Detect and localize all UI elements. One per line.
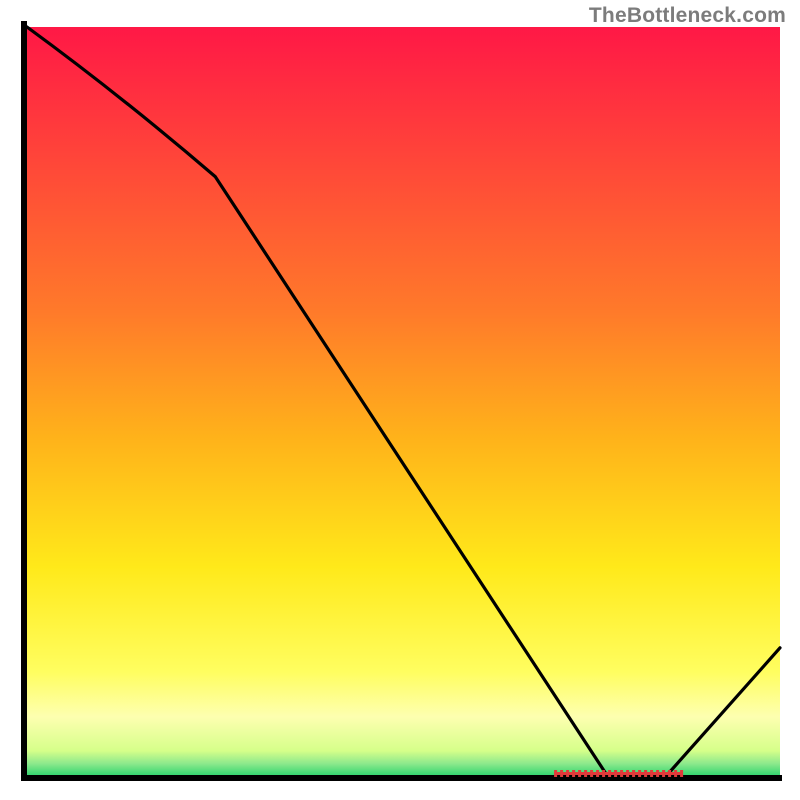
chart-svg xyxy=(0,0,800,800)
chart-container: TheBottleneck.com xyxy=(0,0,800,800)
attribution-label: TheBottleneck.com xyxy=(589,4,786,28)
plot-area xyxy=(27,27,780,777)
